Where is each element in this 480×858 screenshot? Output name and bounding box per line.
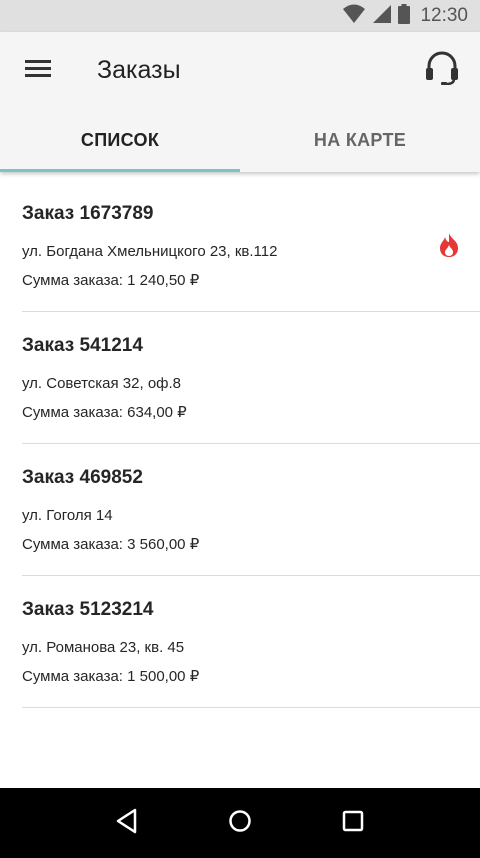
order-title: Заказ 469852 — [22, 467, 143, 488]
order-title: Заказ 1673789 — [22, 203, 154, 224]
tab-list[interactable]: СПИСОК — [0, 108, 240, 172]
tab-map[interactable]: НА КАРТЕ — [240, 108, 480, 172]
app-bar: Заказы СПИСОК НА КАРТЕ — [0, 32, 480, 172]
back-icon — [115, 808, 139, 839]
system-nav-bar — [0, 788, 480, 858]
tab-map-label: НА КАРТЕ — [313, 129, 407, 150]
status-icons: 12:30 — [342, 0, 468, 32]
order-item[interactable]: Заказ 469852 ул. Гоголя 14 Сумма заказа:… — [22, 444, 480, 576]
home-button[interactable] — [210, 793, 270, 853]
support-button[interactable] — [420, 48, 464, 92]
recents-button[interactable] — [323, 793, 383, 853]
back-button[interactable] — [97, 793, 157, 853]
order-item[interactable]: Заказ 541214 ул. Советская 32, оф.8 Сумм… — [22, 312, 480, 444]
tab-list-label: СПИСОК — [80, 129, 160, 150]
tab-indicator — [0, 169, 240, 172]
order-sum: Сумма заказа: 1 240,50 ₽ — [22, 272, 200, 289]
order-address: ул. Богдана Хмельницкого 23, кв.112 — [22, 243, 278, 260]
fire-icon — [438, 232, 460, 258]
home-icon — [228, 809, 252, 838]
order-item[interactable]: Заказ 5123214 ул. Романова 23, кв. 45 Су… — [22, 576, 480, 708]
headset-icon — [424, 51, 460, 90]
order-list: Заказ 1673789 ул. Богдана Хмельницкого 2… — [0, 180, 480, 708]
tab-bar: СПИСОК НА КАРТЕ — [0, 108, 480, 172]
order-address: ул. Романова 23, кв. 45 — [22, 639, 185, 656]
status-time: 12:30 — [420, 5, 468, 26]
menu-icon — [25, 58, 51, 83]
wifi-icon — [342, 4, 366, 29]
order-address: ул. Советская 32, оф.8 — [22, 375, 182, 392]
page-title: Заказы — [97, 56, 181, 84]
status-bar: 12:30 — [0, 0, 480, 32]
order-title: Заказ 541214 — [22, 335, 143, 356]
menu-button[interactable] — [16, 52, 60, 88]
order-address: ул. Гоголя 14 — [22, 507, 113, 524]
battery-icon — [398, 3, 411, 29]
order-title: Заказ 5123214 — [22, 599, 154, 620]
order-sum: Сумма заказа: 634,00 ₽ — [22, 404, 187, 421]
recents-icon — [342, 810, 364, 837]
order-sum: Сумма заказа: 3 560,00 ₽ — [22, 536, 200, 553]
order-sum: Сумма заказа: 1 500,00 ₽ — [22, 668, 200, 685]
order-item[interactable]: Заказ 1673789 ул. Богдана Хмельницкого 2… — [22, 180, 480, 312]
signal-icon — [372, 4, 392, 29]
